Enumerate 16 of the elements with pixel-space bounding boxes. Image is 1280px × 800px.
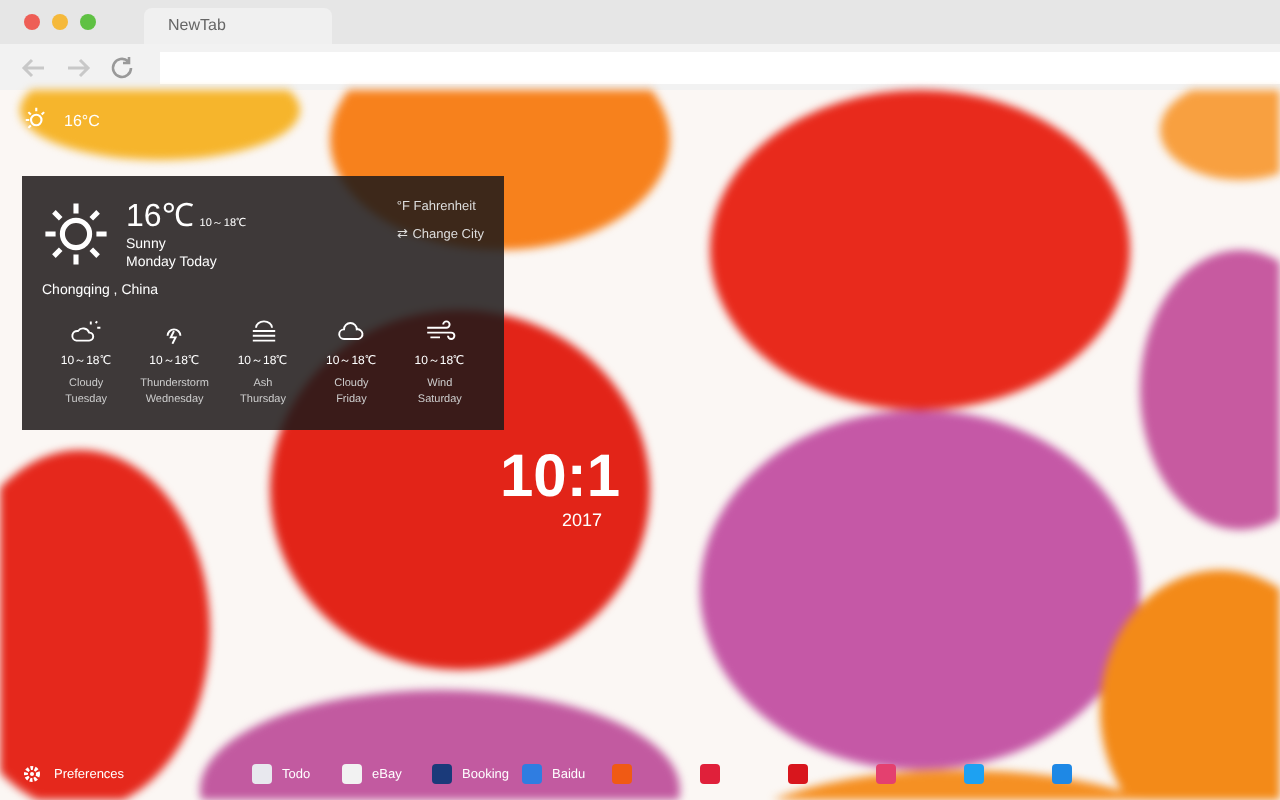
cloud-sun-icon <box>70 318 103 344</box>
clock-date: 2017 <box>562 510 603 530</box>
close-window-button[interactable] <box>24 14 40 30</box>
browser-tab[interactable]: NewTab <box>144 8 332 44</box>
wind-icon <box>423 318 456 344</box>
sun-icon <box>42 200 110 268</box>
forward-arrow-icon[interactable] <box>64 53 92 81</box>
settings-icon <box>22 764 42 784</box>
temperature: 16℃ <box>126 198 194 236</box>
haze-icon <box>247 318 279 344</box>
minimize-window-button[interactable] <box>52 14 68 30</box>
cloud-icon <box>335 318 368 344</box>
back-arrow-icon[interactable] <box>20 53 48 81</box>
clock-time: 10:1 <box>500 446 621 510</box>
reload-icon[interactable] <box>108 53 136 81</box>
maximize-window-button[interactable] <box>80 14 96 30</box>
